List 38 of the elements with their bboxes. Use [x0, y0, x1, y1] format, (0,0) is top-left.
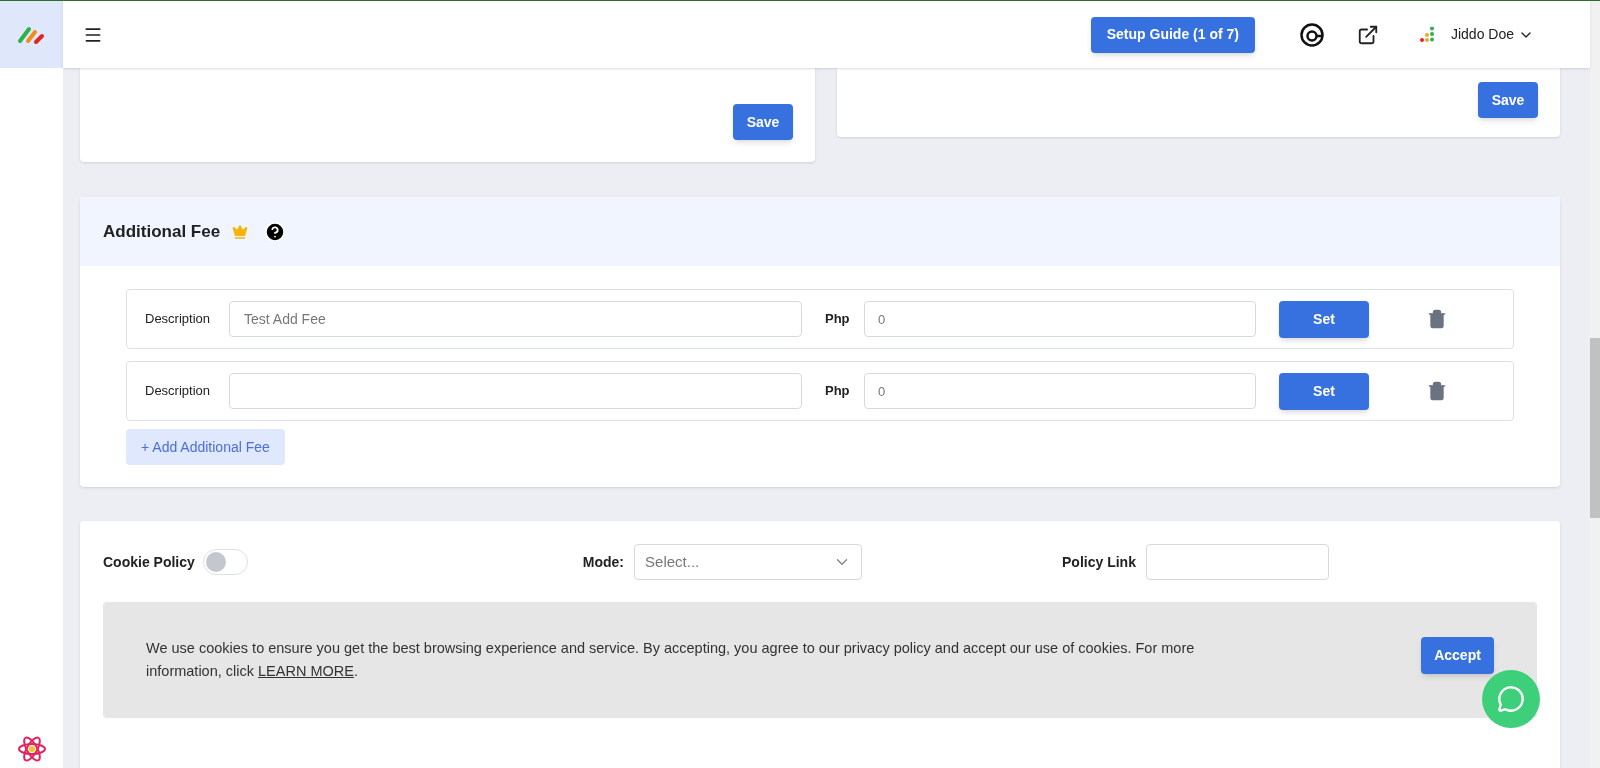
mode-label: Mode: — [582, 552, 625, 572]
crown-icon — [232, 223, 249, 240]
set-button[interactable]: Set — [1279, 372, 1369, 410]
learn-more-link[interactable]: LEARN MORE — [258, 663, 354, 679]
cookie-policy-label: Cookie Policy — [103, 552, 195, 572]
trash-icon[interactable] — [1427, 381, 1447, 401]
mode-select[interactable]: Select... — [634, 544, 863, 580]
scrollbar-thumb[interactable] — [1590, 338, 1600, 518]
trash-icon[interactable] — [1427, 309, 1447, 329]
policy-link-label: Policy Link — [1062, 552, 1136, 572]
description-label: Description — [145, 382, 212, 401]
donut-icon[interactable] — [1298, 21, 1325, 48]
amount-input[interactable]: 0 — [864, 373, 1256, 409]
policy-link-input[interactable] — [1145, 544, 1329, 580]
help-icon[interactable] — [264, 220, 287, 243]
user-menu[interactable]: Jiddo Doe — [1450, 24, 1534, 45]
scrollbar[interactable] — [1590, 1, 1600, 768]
description-label: Description — [145, 310, 212, 329]
description-input[interactable]: Test Add Fee — [229, 301, 802, 337]
accept-button[interactable]: Accept — [1421, 636, 1494, 674]
set-button[interactable]: Set — [1279, 300, 1369, 338]
currency-label: Php — [825, 382, 851, 401]
setup-guide-button[interactable]: Setup Guide (1 of 7) — [1090, 16, 1255, 53]
logo-tile[interactable] — [0, 1, 63, 68]
save-button[interactable]: Save — [733, 104, 793, 140]
cookie-message: We use cookies to ensure you get the best browsing experience and service. By accepting, you agree to our privacy policy and accept our use of cookies. For more information, click LEARN MORE. — [146, 639, 1196, 681]
toggle-switch[interactable] — [202, 549, 248, 575]
logo-icon — [16, 24, 47, 45]
external-link-icon[interactable] — [1356, 23, 1379, 46]
add-fee-button[interactable]: + Add Additional Fee — [126, 429, 285, 465]
save-button[interactable]: Save — [1478, 82, 1538, 118]
atom-icon[interactable] — [16, 734, 47, 764]
section-title: Additional Fee — [103, 220, 221, 243]
currency-label: Php — [825, 310, 851, 329]
description-input[interactable] — [229, 373, 802, 409]
amount-input[interactable]: 0 — [864, 301, 1256, 337]
chat-icon — [1497, 685, 1525, 713]
dots-icon — [1418, 25, 1435, 44]
